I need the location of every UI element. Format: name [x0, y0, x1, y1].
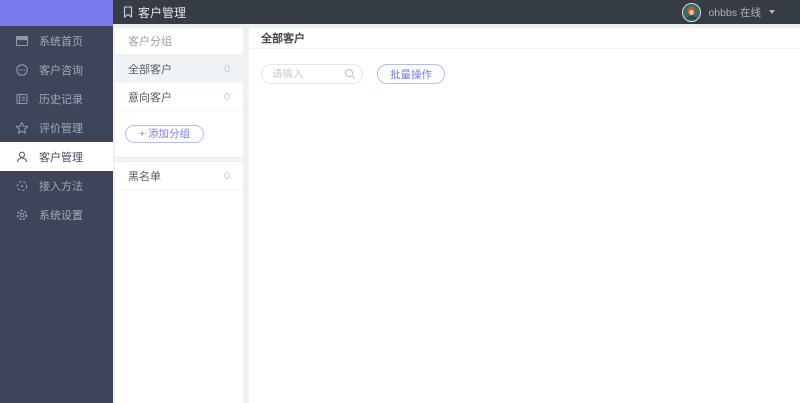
caret-down-icon	[769, 10, 775, 14]
page-title: 客户管理	[138, 5, 187, 20]
group-count: 0	[224, 90, 230, 103]
group-label: 全部客户	[128, 63, 172, 76]
group-count: 0	[224, 62, 230, 75]
sidebar-item-label: 客户管理	[39, 151, 83, 164]
group-item-blacklist[interactable]: 黑名单 0	[115, 162, 243, 190]
sidebar-item-label: 评价管理	[39, 122, 83, 135]
top-header: 客户管理 ohbbs 在线	[113, 0, 800, 24]
customer-groups-panel: 客户分组 全部客户 0 意向客户 0 + 添加分组 黑名单 0	[115, 28, 243, 403]
username-status: ohbbs 在线	[708, 6, 761, 19]
sidebar-item-review-management[interactable]: 评价管理	[0, 113, 113, 142]
toolbar: 批量操作	[249, 49, 800, 84]
main-content: 全部客户 批量操作	[249, 28, 800, 403]
sidebar-item-label: 客户咨询	[39, 64, 83, 77]
group-item-all-customers[interactable]: 全部客户 0	[115, 55, 243, 83]
sidebar-item-customer-management[interactable]: 客户管理	[0, 142, 113, 171]
sidebar-item-label: 历史记录	[39, 93, 83, 106]
plugin-icon	[15, 179, 29, 193]
window-icon	[15, 34, 29, 48]
group-count: 0	[224, 169, 230, 182]
search-icon[interactable]	[344, 68, 356, 80]
star-icon	[15, 121, 29, 135]
avatar	[682, 2, 702, 22]
group-label: 意向客户	[128, 91, 172, 104]
user-icon	[15, 150, 29, 164]
add-group-area: + 添加分组	[115, 111, 243, 157]
logo-block	[0, 0, 113, 26]
sidebar-item-label: 接入方法	[39, 180, 83, 193]
sidebar-item-system-home[interactable]: 系统首页	[0, 26, 113, 55]
sidebar-item-label: 系统设置	[39, 209, 83, 222]
sidebar-item-customer-consult[interactable]: 客户咨询	[0, 55, 113, 84]
batch-actions-button[interactable]: 批量操作	[377, 64, 445, 84]
user-menu[interactable]: ohbbs 在线	[682, 2, 800, 22]
search-box	[261, 64, 363, 84]
add-group-button[interactable]: + 添加分组	[125, 125, 205, 143]
main-title: 全部客户	[249, 28, 800, 49]
sidebar: 系统首页 客户咨询 历史记录 评价管理 客户管理 接入方法 系统设置	[0, 0, 113, 403]
sidebar-item-history[interactable]: 历史记录	[0, 84, 113, 113]
sidebar-item-system-settings[interactable]: 系统设置	[0, 200, 113, 229]
group-item-intent-customers[interactable]: 意向客户 0	[115, 83, 243, 111]
groups-panel-title: 客户分组	[115, 28, 243, 55]
bookmark-icon	[123, 6, 133, 18]
notebook-icon	[15, 92, 29, 106]
sidebar-item-label: 系统首页	[39, 35, 83, 48]
sidebar-item-access-method[interactable]: 接入方法	[0, 171, 113, 200]
group-label: 黑名单	[128, 170, 161, 183]
gear-icon	[15, 208, 29, 222]
page-title-wrap: 客户管理	[113, 4, 186, 21]
chat-circle-icon	[15, 63, 29, 77]
